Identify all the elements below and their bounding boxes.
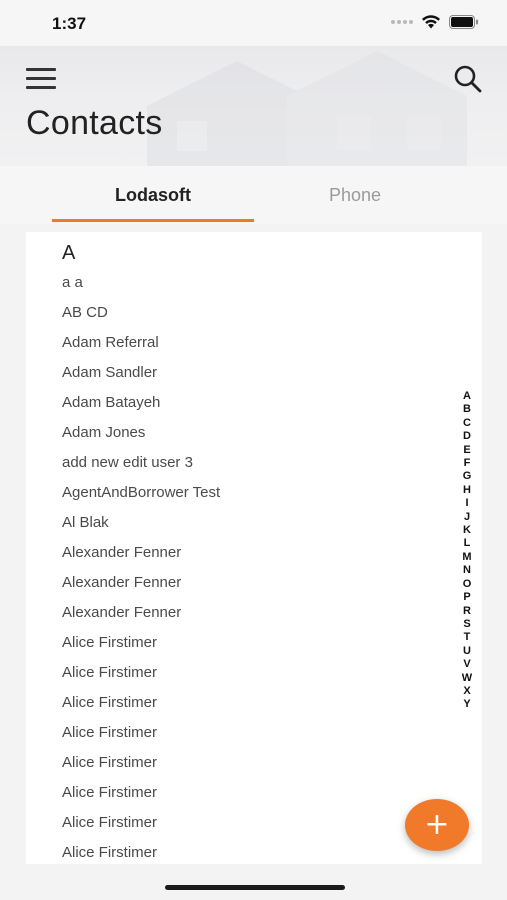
index-letter[interactable]: S <box>463 618 470 631</box>
index-letter[interactable]: V <box>463 658 470 671</box>
list-item[interactable]: Alexander Fenner <box>62 604 181 621</box>
index-letter[interactable]: Y <box>463 698 470 711</box>
home-indicator <box>165 885 345 890</box>
status-icons <box>391 14 479 29</box>
index-letter[interactable]: O <box>463 578 472 591</box>
list-item[interactable]: Alice Firstimer <box>62 634 157 651</box>
list-item[interactable]: Adam Referral <box>62 334 159 351</box>
index-letter[interactable]: I <box>465 497 468 510</box>
header: Contacts <box>0 46 507 166</box>
list-item[interactable]: Alice Firstimer <box>62 844 157 861</box>
list-item[interactable]: Alice Firstimer <box>62 724 157 741</box>
index-letter[interactable]: F <box>464 457 471 470</box>
list-item[interactable]: Al Blak <box>62 514 109 531</box>
list-item[interactable]: Alice Firstimer <box>62 814 157 831</box>
index-letter[interactable]: A <box>463 390 471 403</box>
index-letter[interactable]: J <box>464 511 470 524</box>
status-time: 1:37 <box>52 14 87 33</box>
tab-lodasoft[interactable]: Lodasoft <box>52 166 254 224</box>
plus-icon: + <box>424 807 450 842</box>
index-letter[interactable]: C <box>463 417 471 430</box>
index-letter[interactable]: M <box>462 551 471 564</box>
list-item[interactable]: AB CD <box>62 304 108 321</box>
index-letter[interactable]: E <box>463 444 470 457</box>
wifi-icon <box>421 14 441 29</box>
page-title: Contacts <box>26 104 163 142</box>
index-letter[interactable]: H <box>463 484 471 497</box>
search-icon[interactable] <box>453 64 483 94</box>
list-item[interactable]: add new edit user 3 <box>62 454 193 471</box>
index-letter[interactable]: R <box>463 605 471 618</box>
list-item[interactable]: Alice Firstimer <box>62 754 157 771</box>
index-letter[interactable]: T <box>464 631 471 644</box>
list-item[interactable]: Alice Firstimer <box>62 664 157 681</box>
signal-icon <box>391 19 413 24</box>
contacts-list[interactable]: A a a AB CD Adam Referral Adam Sandler A… <box>26 232 482 864</box>
index-letter[interactable]: N <box>463 564 471 577</box>
index-letter[interactable]: P <box>463 591 470 604</box>
list-item[interactable]: Alice Firstimer <box>62 694 157 711</box>
index-letter[interactable]: X <box>463 685 470 698</box>
list-item[interactable]: Alexander Fenner <box>62 544 181 561</box>
status-bar: 1:37 <box>0 0 507 46</box>
index-letter[interactable]: L <box>464 537 471 550</box>
index-letter[interactable]: U <box>463 645 471 658</box>
section-header: A <box>62 242 76 264</box>
list-item[interactable]: AgentAndBorrower Test <box>62 484 220 501</box>
hamburger-menu-icon[interactable] <box>26 68 56 90</box>
index-letter[interactable]: D <box>463 430 471 443</box>
index-letter[interactable]: B <box>463 403 471 416</box>
tab-bar: Lodasoft Phone <box>0 166 507 224</box>
index-letter[interactable]: G <box>463 470 472 483</box>
index-letter[interactable]: K <box>463 524 471 537</box>
add-contact-button[interactable]: + <box>405 799 469 851</box>
tab-phone[interactable]: Phone <box>254 166 456 224</box>
list-item[interactable]: Adam Sandler <box>62 364 157 381</box>
list-item[interactable]: Alice Firstimer <box>62 784 157 801</box>
index-letter[interactable]: W <box>462 672 472 685</box>
active-tab-indicator <box>52 219 254 222</box>
battery-icon <box>449 14 479 29</box>
list-item[interactable]: Alexander Fenner <box>62 574 181 591</box>
alphabet-index[interactable]: A B C D E F G H I J K L M N O P R S T U … <box>460 390 474 712</box>
list-item[interactable]: Adam Jones <box>62 424 145 441</box>
list-item[interactable]: Adam Batayeh <box>62 394 160 411</box>
list-item[interactable]: a a <box>62 274 83 291</box>
